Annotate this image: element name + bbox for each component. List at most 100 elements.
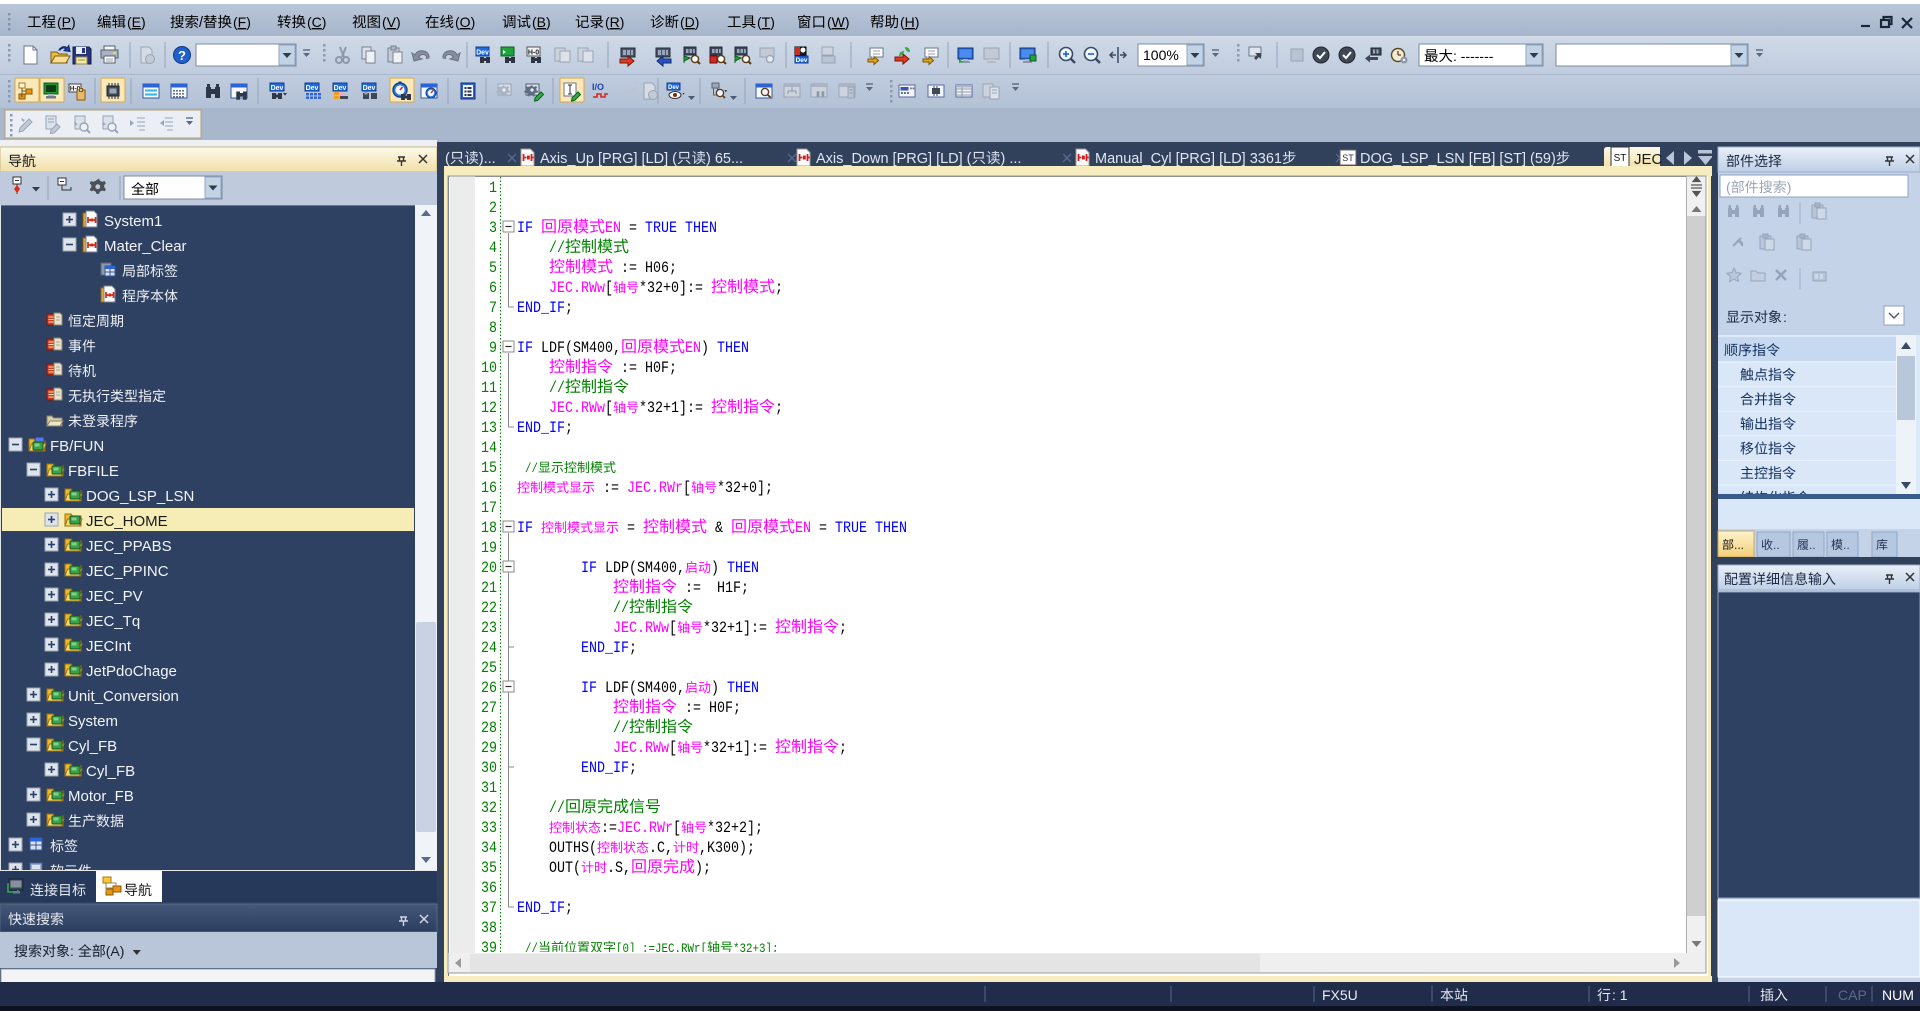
svg-text:Dev: Dev [668, 85, 680, 91]
svg-text:7: 7 [489, 299, 497, 317]
svg-text:);: ); [695, 859, 711, 877]
svg-text:ST: ST [1342, 153, 1354, 163]
svg-text:Cyl_FB: Cyl_FB [86, 763, 135, 780]
svg-text:22: 22 [481, 599, 497, 617]
svg-text:) 65...: ) 65... [706, 151, 743, 167]
svg-text:15: 15 [481, 459, 497, 477]
svg-text:(R): (R) [605, 14, 624, 30]
svg-text:Dev: Dev [271, 85, 284, 92]
svg-text:LDF(SM400,: LDF(SM400, [605, 679, 685, 697]
svg-text:*32+0]:=: *32+0]:= [639, 279, 711, 297]
svg-text:JEC_: JEC_ [1634, 151, 1671, 168]
svg-text:24: 24 [481, 639, 497, 657]
svg-text:)...: )... [479, 151, 496, 167]
svg-text:..: .. [1809, 538, 1816, 552]
svg-text://: // [525, 461, 538, 476]
svg-text:Axis_Down [PRG] [LD] (: Axis_Down [PRG] [LD] ( [816, 151, 972, 167]
svg-text:33: 33 [481, 819, 497, 837]
svg-text:=: = [619, 519, 643, 537]
svg-text:38: 38 [481, 919, 497, 937]
svg-text:OUT(: OUT( [549, 859, 581, 877]
svg-text:..: .. [1773, 538, 1780, 552]
svg-text:*32+1]:=: *32+1]:= [639, 399, 711, 417]
svg-text:END_IF: END_IF [581, 759, 629, 777]
svg-text:DOG_LSP_LSN [FB] [ST] (59): DOG_LSP_LSN [FB] [ST] (59) [1360, 151, 1556, 167]
svg-text:,K300);: ,K300); [699, 839, 755, 857]
svg-text://: // [613, 719, 629, 737]
svg-text:[: [ [605, 399, 613, 417]
svg-text:3: 3 [489, 219, 497, 237]
svg-text:ST: ST [1614, 153, 1627, 164]
svg-text:[: [ [673, 819, 681, 837]
svg-text:19: 19 [481, 539, 497, 557]
svg-text:THEN: THEN [717, 339, 749, 357]
svg-text:END_IF: END_IF [581, 639, 629, 657]
svg-text:31: 31 [481, 779, 497, 797]
svg-text:14: 14 [481, 439, 497, 457]
svg-text:23: 23 [481, 619, 497, 637]
svg-text:JEC.RWr: JEC.RWr [617, 819, 673, 837]
svg-text:JEC.RWr: JEC.RWr [627, 479, 683, 497]
svg-text:): ) [701, 339, 717, 357]
svg-text:*32+2];: *32+2]; [707, 819, 763, 837]
svg-text:FB/FUN: FB/FUN [50, 438, 104, 455]
svg-text:(: ( [445, 151, 450, 167]
svg-text:36: 36 [481, 879, 497, 897]
svg-text:OUTHS(: OUTHS( [549, 839, 597, 857]
svg-text:;: ; [775, 399, 783, 417]
svg-text:LDP(SM400,: LDP(SM400, [605, 559, 685, 577]
svg-text:) ...: ) ... [1001, 151, 1022, 167]
svg-text:(B): (B) [532, 14, 551, 30]
svg-text:18: 18 [481, 519, 497, 537]
svg-text:..: .. [1843, 538, 1850, 552]
svg-text:Cyl_FB: Cyl_FB [68, 738, 117, 755]
svg-text:EN: EN [795, 519, 811, 537]
svg-text::= H0F;: := H0F; [677, 699, 741, 717]
svg-text:[: [ [683, 479, 691, 497]
svg-text:;: ; [629, 639, 637, 657]
svg-text:28: 28 [481, 719, 497, 737]
svg-text:100%: 100% [1143, 47, 1179, 63]
svg-text:NUM: NUM [1882, 987, 1914, 1003]
svg-text:27: 27 [481, 699, 497, 717]
svg-text:;: ; [565, 899, 573, 917]
svg-text:[: [ [605, 279, 613, 297]
svg-text:=: = [811, 519, 835, 537]
svg-text:JEC_PPABS: JEC_PPABS [86, 538, 172, 555]
svg-text:[: [ [669, 619, 677, 637]
svg-text:;: ; [839, 619, 847, 637]
svg-text:(P): (P) [57, 14, 76, 30]
svg-text:25: 25 [481, 659, 497, 677]
svg-text:...: ... [1734, 538, 1744, 552]
svg-text:8: 8 [489, 319, 497, 337]
svg-text:Axis_Up [PRG] [LD] (: Axis_Up [PRG] [LD] ( [540, 151, 677, 167]
svg-text://: // [613, 599, 629, 617]
svg-text:JECInt: JECInt [86, 638, 132, 655]
svg-text:(: ( [1726, 179, 1731, 195]
svg-text:JEC.RWw: JEC.RWw [549, 279, 605, 297]
svg-text:TRUE THEN: TRUE THEN [645, 219, 717, 237]
svg-text:30: 30 [481, 759, 497, 777]
svg-text:JEC.RWw: JEC.RWw [613, 619, 669, 637]
svg-text:JEC_PPINC: JEC_PPINC [86, 563, 169, 580]
svg-text:Dev: Dev [306, 85, 319, 92]
svg-text:5: 5 [489, 259, 497, 277]
svg-text:FBFILE: FBFILE [68, 463, 119, 480]
svg-text:17: 17 [481, 499, 497, 517]
svg-text:Dev: Dev [363, 85, 376, 92]
svg-text:DOG_LSP_LSN: DOG_LSP_LSN [86, 488, 194, 505]
svg-text:16: 16 [481, 479, 497, 497]
svg-text:Manual_Cyl [PRG] [LD] 3361: Manual_Cyl [PRG] [LD] 3361 [1095, 151, 1282, 167]
svg-text:21: 21 [481, 579, 497, 597]
svg-text:(O): (O) [455, 14, 475, 30]
svg-text:(D): (D) [680, 14, 699, 30]
svg-text://: // [549, 239, 565, 257]
svg-text:): ) [1787, 179, 1792, 195]
svg-text:IF: IF [517, 339, 541, 357]
svg-text:29: 29 [481, 739, 497, 757]
svg-text:11: 11 [481, 379, 497, 397]
svg-text:: -------: : ------- [1453, 48, 1494, 64]
svg-text:*32+1]:=: *32+1]:= [703, 739, 775, 757]
svg-text:FX5U: FX5U [1322, 987, 1358, 1003]
svg-text::: : [70, 943, 78, 959]
